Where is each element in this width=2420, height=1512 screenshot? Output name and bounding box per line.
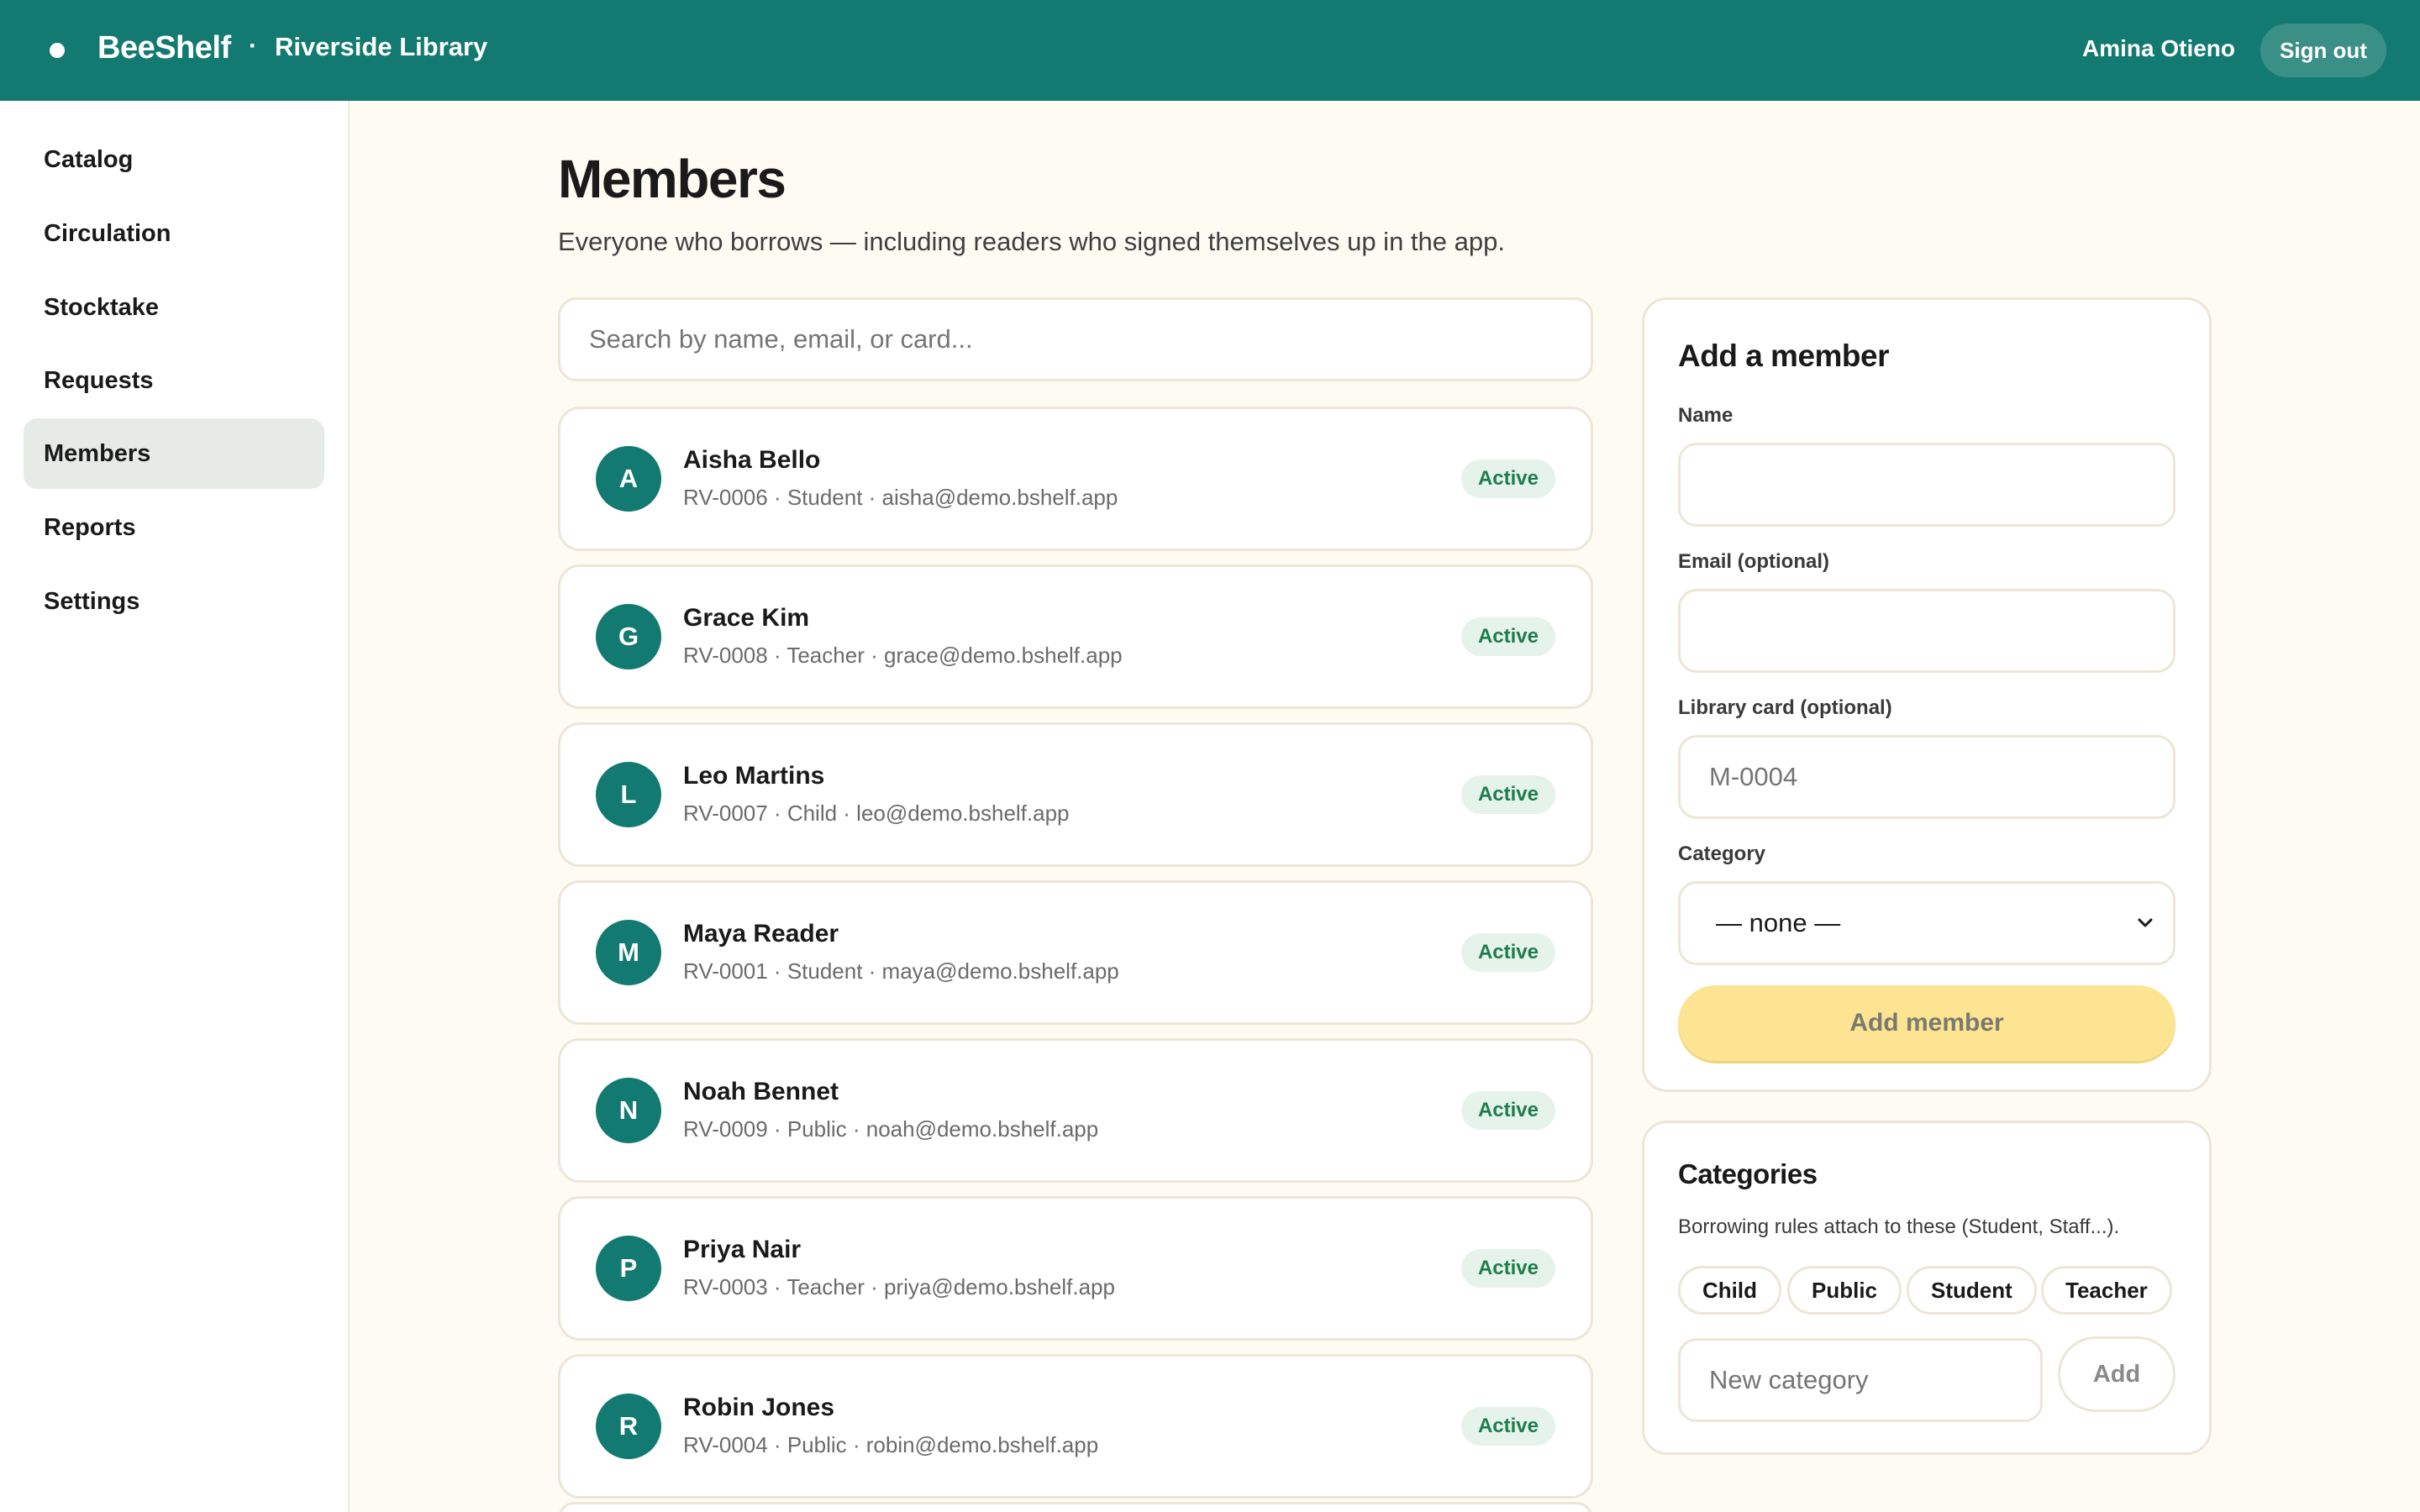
member-details: RV-0004 · Public · robin@demo.bshelf.app (683, 1432, 1099, 1457)
category-label: Category (1678, 843, 1766, 865)
sidebar-item-requests[interactable]: Requests (24, 345, 324, 416)
avatar: L (596, 762, 661, 827)
top-bar: BeeShelf · Riverside Library Amina Otien… (0, 0, 2420, 101)
brand-logo-icon (50, 43, 65, 58)
categories-description: Borrowing rules attach to these (Student… (1678, 1215, 2120, 1238)
sign-out-button[interactable]: Sign out (2260, 24, 2386, 77)
member-search-input[interactable] (558, 297, 1593, 381)
status-badge: Active (1460, 1249, 1555, 1288)
name-label: Name (1678, 404, 1733, 427)
library-name: Riverside Library (275, 32, 488, 61)
member-name: Noah Bennet (683, 1078, 839, 1105)
member-name: Maya Reader (683, 920, 839, 948)
page-title: Members (558, 149, 786, 209)
member-details: RV-0006 · Student · aisha@demo.bshelf.ap… (683, 485, 1118, 510)
add-member-panel: Add a member Name Email (optional) Libra… (1642, 297, 2212, 1092)
avatar: R (596, 1394, 661, 1459)
member-name: Leo Martins (683, 762, 825, 790)
member-card[interactable]: L Leo Martins RV-0007 · Child · leo@demo… (558, 722, 1593, 867)
avatar: N (596, 1078, 661, 1143)
add-category-button[interactable]: Add (2058, 1336, 2175, 1412)
current-user-name: Amina Otieno (2081, 35, 2235, 61)
status-badge: Active (1460, 617, 1555, 656)
category-chip-student[interactable]: Student (1907, 1266, 2037, 1315)
chevron-down-icon (2138, 918, 2153, 927)
member-details: RV-0007 · Child · leo@demo.bshelf.app (683, 801, 1070, 826)
member-name: Robin Jones (683, 1394, 835, 1421)
add-member-button[interactable]: Add member (1678, 985, 2175, 1061)
member-name: Priya Nair (683, 1236, 802, 1263)
avatar: P (596, 1236, 661, 1301)
library-card-label: Library card (optional) (1678, 696, 1892, 719)
status-badge: Active (1460, 1091, 1555, 1130)
page-subtitle: Everyone who borrows — including readers… (558, 227, 1505, 256)
member-details: RV-0003 · Teacher · priya@demo.bshelf.ap… (683, 1274, 1115, 1299)
sidebar-item-stocktake[interactable]: Stocktake (24, 272, 324, 343)
member-name: Aisha Bello (683, 446, 821, 474)
member-card[interactable]: P Priya Nair RV-0003 · Teacher · priya@d… (558, 1196, 1593, 1341)
category-chip-teacher[interactable]: Teacher (2041, 1266, 2172, 1315)
email-field[interactable] (1678, 589, 2175, 673)
brand-name[interactable]: BeeShelf (97, 30, 231, 66)
library-card-field[interactable] (1678, 735, 2175, 819)
category-select-value: — none — (1716, 908, 1841, 937)
member-card[interactable]: R Robin Jones RV-0004 · Public · robin@d… (558, 1354, 1593, 1499)
category-chip-child[interactable]: Child (1678, 1266, 1781, 1315)
category-select[interactable]: — none — (1678, 881, 2175, 965)
brand-separator: · (249, 32, 257, 60)
member-details: RV-0008 · Teacher · grace@demo.bshelf.ap… (683, 643, 1123, 668)
status-badge: Active (1460, 933, 1555, 972)
member-card[interactable]: M Maya Reader RV-0001 · Student · maya@d… (558, 880, 1593, 1025)
member-details: RV-0009 · Public · noah@demo.bshelf.app (683, 1116, 1099, 1142)
member-card[interactable]: N Noah Bennet RV-0009 · Public · noah@de… (558, 1038, 1593, 1183)
sidebar-item-catalog[interactable]: Catalog (24, 124, 324, 195)
status-badge: Active (1460, 775, 1555, 814)
status-badge: Active (1460, 1407, 1555, 1446)
member-details: RV-0001 · Student · maya@demo.bshelf.app (683, 958, 1119, 984)
name-field[interactable] (1678, 443, 2175, 527)
avatar: G (596, 604, 661, 669)
avatar: M (596, 920, 661, 985)
sidebar: Catalog Circulation Stocktake Requests M… (0, 101, 350, 1512)
category-chip-public[interactable]: Public (1787, 1266, 1902, 1315)
sidebar-item-settings[interactable]: Settings (24, 566, 324, 637)
status-badge: Active (1460, 459, 1555, 498)
categories-panel: Categories Borrowing rules attach to the… (1642, 1121, 2212, 1455)
member-card[interactable]: G Grace Kim RV-0008 · Teacher · grace@de… (558, 564, 1593, 709)
member-card-partial[interactable] (558, 1502, 1593, 1512)
categories-title: Categories (1678, 1158, 1818, 1189)
avatar: A (596, 446, 661, 512)
member-card[interactable]: A Aisha Bello RV-0006 · Student · aisha@… (558, 407, 1593, 551)
new-category-input[interactable] (1678, 1338, 2043, 1422)
member-name: Grace Kim (683, 604, 810, 632)
email-label: Email (optional) (1678, 550, 1829, 573)
sidebar-item-reports[interactable]: Reports (24, 492, 324, 563)
sidebar-item-members[interactable]: Members (24, 418, 324, 489)
sidebar-item-circulation[interactable]: Circulation (24, 198, 324, 269)
add-member-title: Add a member (1678, 339, 1890, 373)
